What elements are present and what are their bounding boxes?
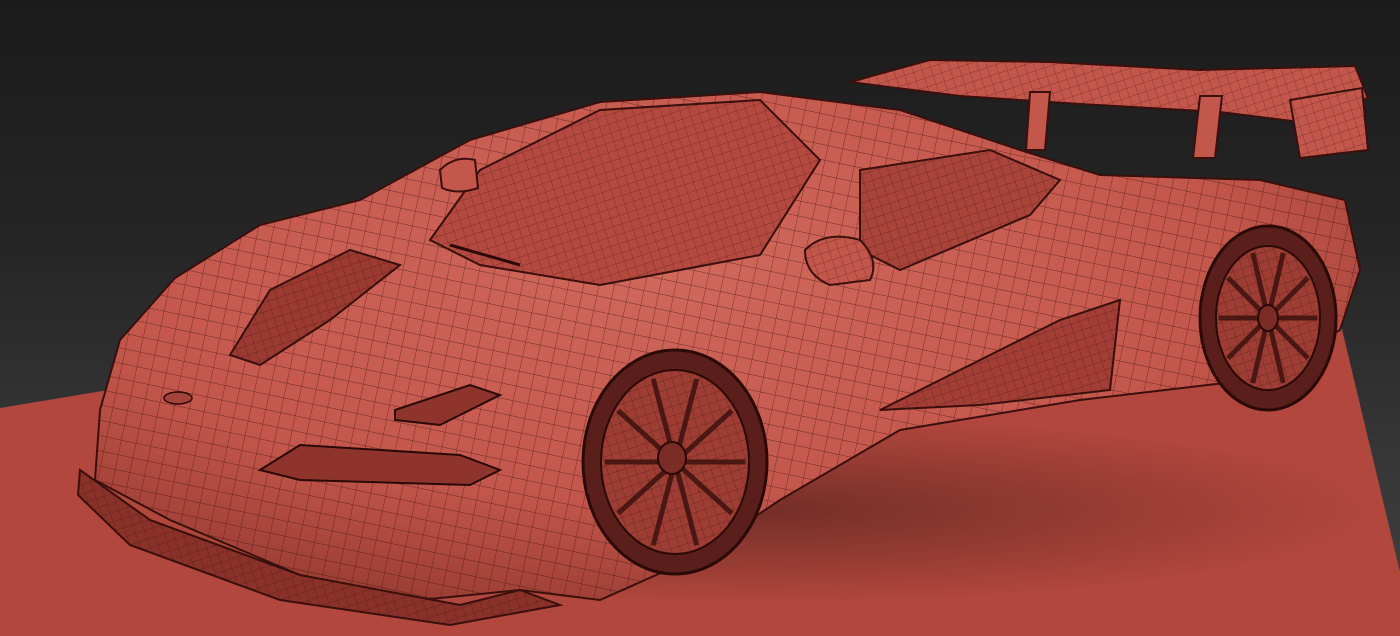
wing-strut-left [1024, 91, 1052, 151]
rear-wheel [1198, 224, 1338, 412]
3d-viewport[interactable] [0, 0, 1400, 636]
logo-badge [163, 391, 193, 405]
front-wheel [581, 348, 769, 576]
scene-canvas[interactable] [0, 0, 1400, 636]
